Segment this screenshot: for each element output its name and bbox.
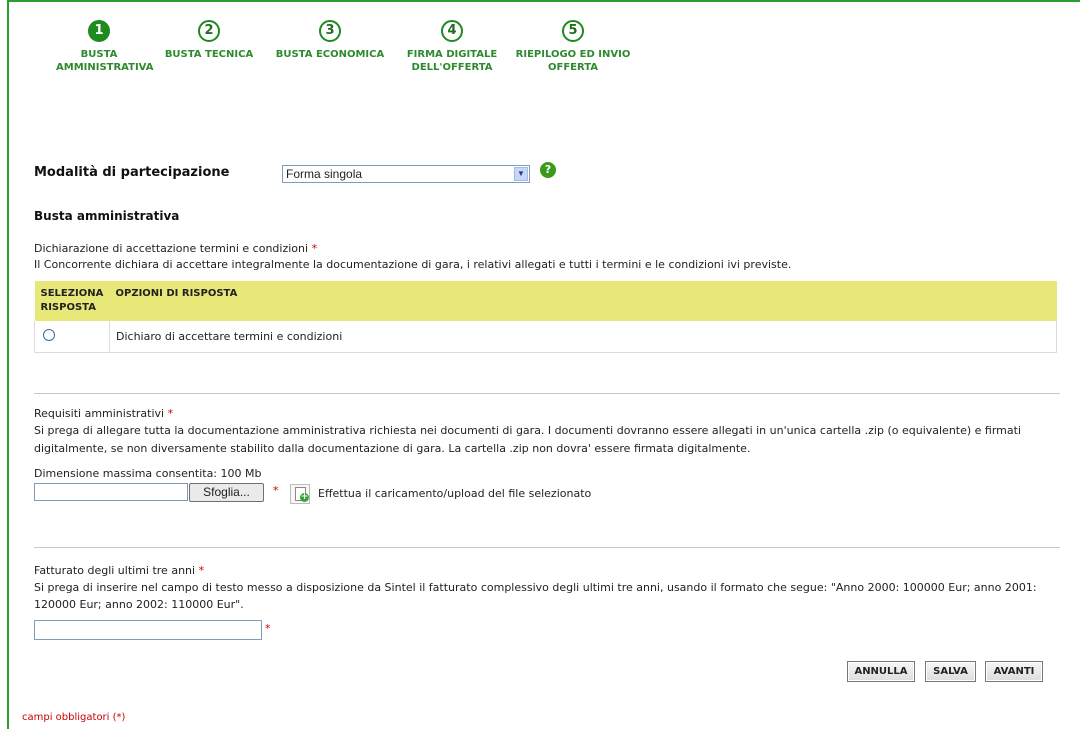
declaration-description: Il Concorrente dichiara di accettare int… <box>34 258 792 271</box>
help-icon[interactable]: ? <box>540 162 556 178</box>
step-label: BUSTA TECNICA <box>164 49 254 60</box>
next-button[interactable]: AVANTI <box>985 661 1043 682</box>
step-riepilogo-invio[interactable]: 5 RIEPILOGO ED INVIO OFFERTA <box>510 20 636 74</box>
participation-selected-value: Forma singola <box>286 167 363 181</box>
participation-select[interactable]: Forma singola ▼ <box>282 165 530 183</box>
step-number: 1 <box>88 20 110 42</box>
requirements-description-1: Si prega di allegare tutta la documentaz… <box>34 424 1022 437</box>
step-label: BUSTA ECONOMICA <box>275 49 385 60</box>
max-size-label: Dimensione massima consentita: 100 Mb <box>34 467 262 480</box>
required-mark: * <box>273 484 279 497</box>
step-number: 3 <box>319 20 341 42</box>
browse-button[interactable]: Sfoglia... <box>189 483 264 502</box>
divider <box>34 393 1060 394</box>
step-busta-tecnica[interactable]: 2 BUSTA TECNICA <box>164 20 254 61</box>
step-label: FIRMA DIGITALE DELL'OFFERTA <box>406 49 498 73</box>
upload-file-icon[interactable]: + <box>290 484 310 504</box>
response-options-table: SELEZIONA RISPOSTA OPZIONI DI RISPOSTA D… <box>34 281 1057 353</box>
radio-cell <box>34 321 110 353</box>
step-label: BUSTA AMMINISTRATIVA <box>56 49 154 73</box>
column-header-select: SELEZIONA RISPOSTA <box>34 281 110 321</box>
accept-terms-radio[interactable] <box>43 329 55 341</box>
step-busta-economica[interactable]: 3 BUSTA ECONOMICA <box>275 20 385 61</box>
frame-top-border <box>7 0 1080 2</box>
requirements-title: Requisiti amministrativi * <box>34 407 174 420</box>
participation-label: Modalità di partecipazione <box>34 165 230 180</box>
required-fields-note: campi obbligatori (*) <box>22 712 126 723</box>
file-path-input[interactable] <box>34 483 188 501</box>
table-row: Dichiaro di accettare termini e condizio… <box>34 321 1057 353</box>
revenue-description-1: Si prega di inserire nel campo di testo … <box>34 581 1037 594</box>
frame-left-border <box>7 0 9 729</box>
step-number: 2 <box>198 20 220 42</box>
declaration-title: Dichiarazione di accettazione termini e … <box>34 242 318 255</box>
revenue-input[interactable] <box>34 620 262 640</box>
step-firma-digitale[interactable]: 4 FIRMA DIGITALE DELL'OFFERTA <box>402 20 502 74</box>
step-busta-amministrativa[interactable]: 1 BUSTA AMMINISTRATIVA <box>56 20 154 74</box>
divider <box>34 547 1060 548</box>
section-title: Busta amministrativa <box>34 209 180 223</box>
column-header-options: OPZIONI DI RISPOSTA <box>109 281 1057 321</box>
step-label: RIEPILOGO ED INVIO OFFERTA <box>515 49 631 73</box>
option-label: Dichiaro di accettare termini e condizio… <box>109 321 1057 353</box>
revenue-title: Fatturato degli ultimi tre anni * <box>34 564 205 577</box>
step-number: 4 <box>441 20 463 42</box>
step-number: 5 <box>562 20 584 42</box>
required-mark: * <box>265 622 271 635</box>
chevron-down-icon[interactable]: ▼ <box>514 167 528 181</box>
save-button[interactable]: SALVA <box>925 661 976 682</box>
upload-label[interactable]: Effettua il caricamento/upload del file … <box>318 486 591 501</box>
cancel-button[interactable]: ANNULLA <box>847 661 915 682</box>
requirements-description-2: digitalmente, se non diversamente stabil… <box>34 442 751 455</box>
revenue-description-2: 120000 Eur; anno 2002: 110000 Eur". <box>34 598 244 611</box>
